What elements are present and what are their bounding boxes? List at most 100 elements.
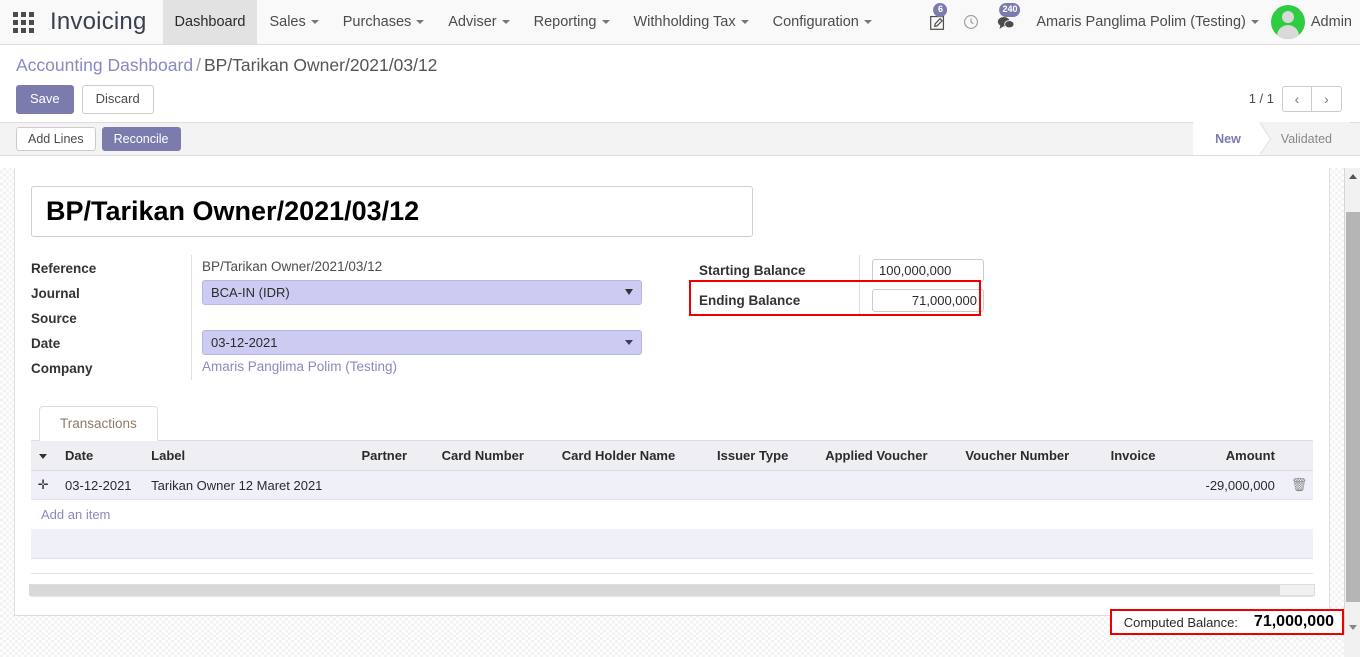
reconcile-button[interactable]: Reconcile — [101, 126, 181, 151]
cell-amount[interactable]: -29,000,000 — [1172, 470, 1283, 500]
menu-item-reporting[interactable]: Reporting — [522, 0, 622, 44]
cell-partner[interactable] — [353, 470, 434, 500]
cell-applied-voucher[interactable] — [817, 470, 958, 500]
form-columns: Reference BP/Tarikan Owner/2021/03/12 Jo… — [31, 255, 1313, 380]
pager: 1 / 1 ‹ › — [1248, 85, 1342, 112]
record-title-box[interactable] — [31, 186, 753, 237]
menu-item-dashboard[interactable]: Dashboard — [162, 0, 258, 44]
pager-previous-button[interactable]: ‹ — [1282, 85, 1312, 112]
scroll-down-button[interactable] — [1345, 619, 1360, 635]
user-menu[interactable]: Admin — [1267, 5, 1352, 39]
save-button[interactable]: Save — [16, 85, 74, 114]
date-select[interactable]: 03-12-2021 — [202, 330, 642, 355]
record-action-buttons: Save Discard — [16, 85, 1344, 114]
field-row-source: Source — [31, 305, 671, 330]
ending-balance-input[interactable] — [872, 288, 984, 312]
sort-handle-header[interactable] — [31, 441, 58, 471]
sheet-horizontal-scroll-thumb[interactable] — [30, 585, 1280, 595]
column-header-invoice[interactable]: Invoice — [1102, 441, 1173, 471]
menu-item-adviser[interactable]: Adviser — [436, 0, 521, 44]
chevron-down-icon — [416, 20, 425, 24]
starting-balance-input[interactable] — [872, 258, 984, 282]
field-row-journal: Journal BCA-IN (IDR) — [31, 280, 671, 305]
record-title-input[interactable] — [44, 195, 740, 228]
form-right-column: Starting Balance Ending Balance — [689, 255, 984, 380]
breadcrumb-root-link[interactable]: Accounting Dashboard — [16, 55, 193, 75]
form-sheet: Reference BP/Tarikan Owner/2021/03/12 Jo… — [14, 168, 1330, 616]
avatar — [1270, 5, 1305, 39]
page-vertical-scrollbar[interactable] — [1344, 168, 1360, 635]
column-header-date[interactable]: Date — [57, 441, 144, 471]
chevron-down-icon — [863, 20, 872, 24]
column-header-voucher-number[interactable]: Voucher Number — [957, 441, 1103, 471]
cell-card-number[interactable] — [433, 470, 554, 500]
page-horizontal-scrollbar[interactable] — [0, 635, 1344, 657]
starting-balance-label: Starting Balance — [699, 262, 806, 278]
apps-menu-button[interactable] — [0, 0, 46, 44]
row-delete-cell[interactable]: 🗑 — [1282, 470, 1313, 500]
field-row-date: Date 03-12-2021 — [31, 330, 671, 355]
cell-card-holder-name[interactable] — [553, 470, 710, 500]
cell-invoice[interactable] — [1102, 470, 1173, 500]
add-lines-button[interactable]: Add Lines — [16, 126, 96, 151]
column-header-partner[interactable]: Partner — [353, 441, 434, 471]
cell-issuer-type[interactable] — [709, 470, 818, 500]
stage-new-label: New — [1215, 131, 1241, 146]
cell-voucher-number[interactable] — [957, 470, 1103, 500]
pager-counter: 1 / 1 — [1248, 91, 1274, 107]
cell-date[interactable]: 03-12-2021 — [57, 470, 144, 500]
table-row[interactable]: ✛ 03-12-2021 Tarikan Owner 12 Maret 2021… — [31, 470, 1313, 500]
journal-select-wrapper[interactable]: BCA-IN (IDR) — [202, 280, 642, 305]
column-header-amount[interactable]: Amount — [1172, 441, 1283, 471]
cell-label[interactable]: Tarikan Owner 12 Maret 2021 — [143, 470, 354, 500]
menu-item-sales[interactable]: Sales — [257, 0, 330, 44]
menu-item-withholding-tax[interactable]: Withholding Tax — [622, 0, 761, 44]
scrollbar-corner — [1344, 635, 1360, 657]
discard-button[interactable]: Discard — [81, 85, 154, 114]
company-switcher-label: Amaris Panglima Polim (Testing) — [1036, 14, 1246, 30]
computed-balance-footer: Computed Balance: 71,000,000 — [1109, 609, 1344, 635]
row-drag-handle[interactable]: ✛ — [31, 470, 58, 500]
chevron-down-icon — [310, 20, 319, 24]
clock-icon — [964, 15, 979, 29]
messages-button[interactable]: 240 — [988, 0, 1022, 45]
status-bar: Add Lines Reconcile New Validated — [0, 122, 1360, 156]
tab-transactions[interactable]: Transactions — [39, 406, 158, 441]
journal-label: Journal — [31, 286, 80, 301]
journal-select[interactable]: BCA-IN (IDR) — [202, 280, 642, 305]
column-header-applied-voucher[interactable]: Applied Voucher — [817, 441, 958, 471]
stage-validated[interactable]: Validated — [1258, 122, 1350, 156]
trash-icon[interactable]: 🗑 — [1291, 477, 1308, 492]
stage-new[interactable]: New — [1193, 122, 1271, 156]
navbar-right-section: 6 240 Amaris Panglima Polim (Testing) Ad… — [920, 0, 1360, 44]
sheet-horizontal-scrollbar[interactable] — [29, 584, 1315, 596]
activities-button[interactable]: 6 — [920, 0, 954, 45]
column-header-card-number[interactable]: Card Number — [433, 441, 554, 471]
main-menu: Dashboard Sales Purchases Adviser Report… — [162, 0, 884, 44]
menu-item-configuration[interactable]: Configuration — [761, 0, 884, 44]
menu-item-sales-label: Sales — [269, 14, 306, 30]
company-switcher[interactable]: Amaris Panglima Polim (Testing) — [1022, 14, 1267, 30]
column-header-card-holder-name[interactable]: Card Holder Name — [553, 441, 710, 471]
source-label: Source — [31, 311, 77, 326]
pager-next-button[interactable]: › — [1312, 85, 1342, 112]
table-bottom-divider — [31, 573, 1313, 574]
field-row-starting-balance: Starting Balance — [699, 255, 984, 285]
notebook: Transactions Date Label Partner Card Num… — [31, 406, 1313, 597]
ending-balance-label: Ending Balance — [699, 292, 801, 308]
chevron-down-icon — [1250, 20, 1259, 24]
source-value — [202, 305, 671, 309]
messages-badge: 240 — [999, 2, 1021, 17]
company-label: Company — [31, 361, 93, 376]
add-an-item-link[interactable]: Add an item — [31, 500, 118, 529]
date-select-wrapper[interactable]: 03-12-2021 — [202, 330, 642, 355]
table-empty-row — [31, 529, 1313, 559]
clock-button[interactable] — [954, 0, 988, 45]
company-value-link[interactable]: Amaris Panglima Polim (Testing) — [202, 355, 671, 374]
menu-item-purchases[interactable]: Purchases — [331, 0, 437, 44]
column-header-label[interactable]: Label — [143, 441, 354, 471]
vertical-scroll-thumb[interactable] — [1346, 212, 1360, 602]
scroll-up-button[interactable] — [1345, 168, 1360, 184]
chevron-down-icon — [740, 20, 749, 24]
column-header-issuer-type[interactable]: Issuer Type — [709, 441, 818, 471]
